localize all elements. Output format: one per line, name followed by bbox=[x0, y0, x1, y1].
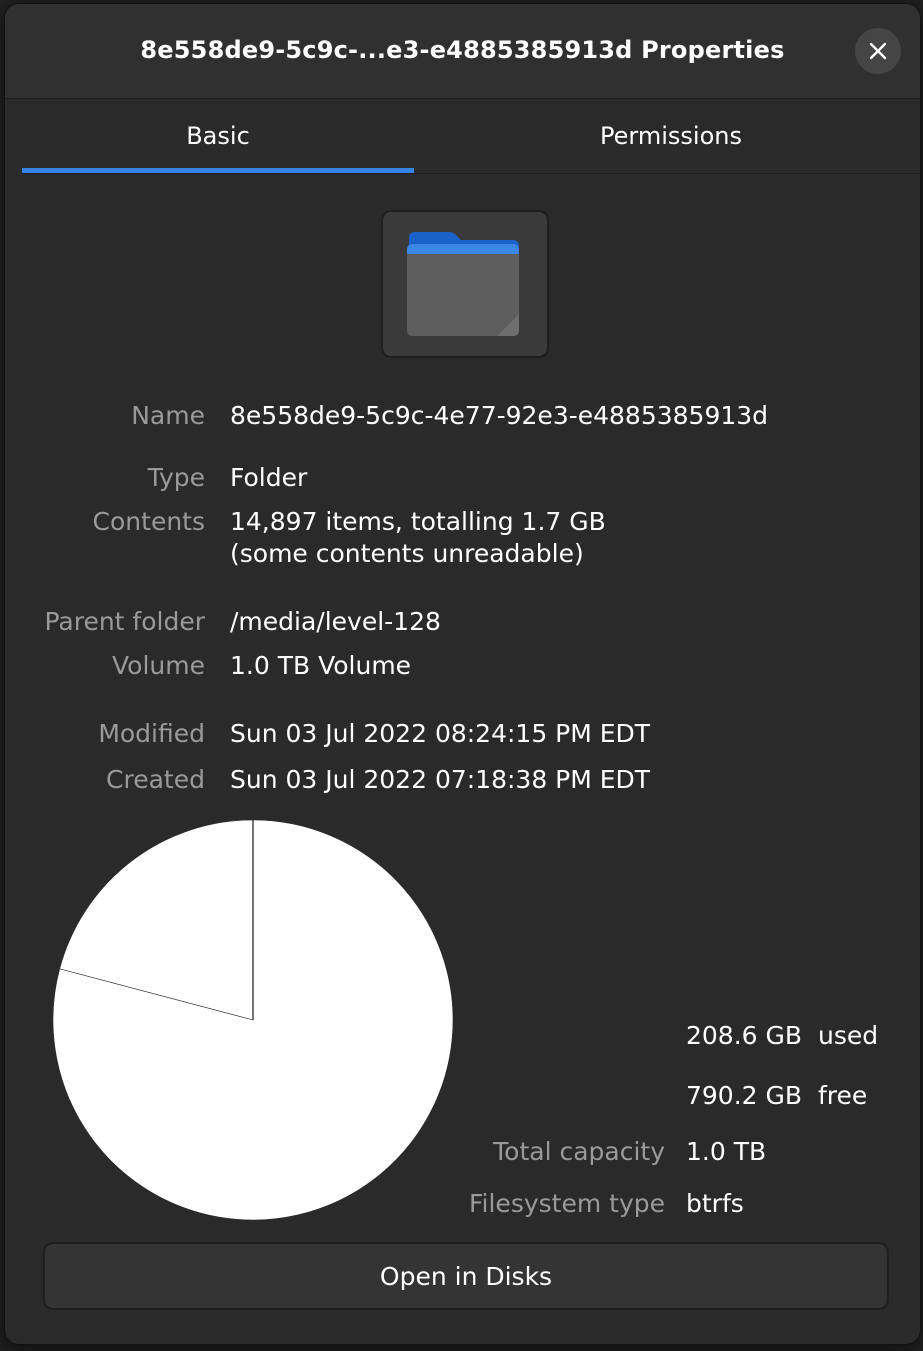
free-amount: 790.2 GB bbox=[686, 1081, 803, 1110]
used-label: used bbox=[818, 1021, 879, 1050]
contents-value: 14,897 items, totalling 1.7 GB bbox=[230, 507, 606, 536]
free-label: free bbox=[818, 1081, 868, 1110]
title-bar: 8e558de9-5c9c-...e3-e4885385913d Propert… bbox=[5, 4, 920, 99]
created-label: Created bbox=[106, 765, 205, 794]
close-button[interactable] bbox=[855, 28, 901, 74]
contents-label: Contents bbox=[92, 507, 205, 536]
tab-basic[interactable]: Basic bbox=[22, 99, 414, 173]
created-value: Sun 03 Jul 2022 07:18:38 PM EDT bbox=[230, 765, 651, 794]
modified-label: Modified bbox=[98, 719, 205, 748]
used-amount: 208.6 GB bbox=[686, 1021, 803, 1050]
properties-dialog: 8e558de9-5c9c-...e3-e4885385913d Propert… bbox=[5, 4, 920, 1344]
tab-bar: Basic Permissions bbox=[22, 99, 920, 174]
tab-basic-label: Basic bbox=[186, 122, 250, 150]
volume-value: 1.0 TB Volume bbox=[230, 651, 412, 680]
parent-folder-label: Parent folder bbox=[44, 607, 205, 636]
parent-folder-value[interactable]: /media/level-128 bbox=[230, 607, 441, 636]
open-in-disks-label: Open in Disks bbox=[379, 1261, 553, 1291]
contents-note: (some contents unreadable) bbox=[230, 539, 584, 568]
name-label: Name bbox=[131, 401, 205, 430]
type-value: Folder bbox=[230, 463, 308, 492]
window-title: 8e558de9-5c9c-...e3-e4885385913d Propert… bbox=[140, 36, 785, 64]
total-capacity-value: 1.0 TB bbox=[686, 1137, 767, 1166]
folder-icon bbox=[407, 232, 519, 336]
filesystem-type-label: Filesystem type bbox=[468, 1189, 665, 1218]
folder-icon-frame[interactable] bbox=[381, 210, 549, 358]
tab-permissions-label: Permissions bbox=[600, 122, 742, 150]
name-value[interactable]: 8e558de9-5c9c-4e77-92e3-e4885385913d bbox=[230, 401, 768, 430]
tab-permissions[interactable]: Permissions bbox=[462, 99, 880, 173]
type-label: Type bbox=[147, 463, 205, 492]
filesystem-type-value: btrfs bbox=[686, 1189, 744, 1218]
close-icon bbox=[869, 42, 887, 60]
disk-usage-pie bbox=[52, 819, 454, 1221]
volume-label: Volume bbox=[112, 651, 205, 680]
modified-value: Sun 03 Jul 2022 08:24:15 PM EDT bbox=[230, 719, 651, 748]
open-in-disks-button[interactable]: Open in Disks bbox=[43, 1242, 889, 1310]
total-capacity-label: Total capacity bbox=[493, 1137, 665, 1166]
